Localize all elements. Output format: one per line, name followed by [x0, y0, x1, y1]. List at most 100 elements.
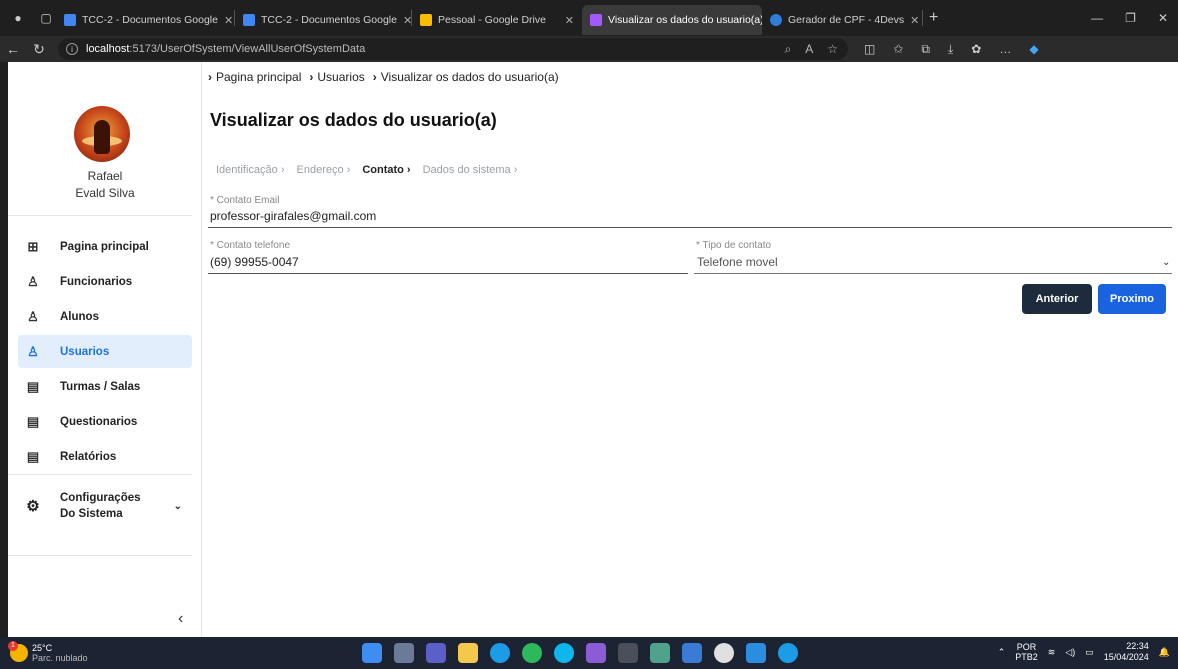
taskbar-apps: [362, 643, 798, 663]
tab-4devs[interactable]: Gerador de CPF - 4Devs ✕: [762, 5, 922, 35]
whatsapp-icon[interactable]: [522, 643, 542, 663]
more-icon[interactable]: …: [999, 42, 1011, 57]
file-explorer-icon[interactable]: [458, 643, 478, 663]
email-label: * Contato Email: [210, 195, 280, 206]
sidebar-item-alunos[interactable]: ♙ Alunos: [18, 300, 192, 333]
user-icon: ♙: [27, 273, 39, 289]
collapse-sidebar-icon[interactable]: ‹: [178, 610, 183, 628]
reload-icon[interactable]: ↻: [26, 41, 52, 58]
contact-type-underline: [694, 273, 1172, 274]
collections-icon[interactable]: ⧉: [921, 42, 930, 57]
google-docs-icon: [243, 14, 255, 26]
close-icon[interactable]: ✕: [910, 14, 919, 27]
language-indicator[interactable]: POR PTB2: [1015, 642, 1038, 662]
sidebar-item-relatorios[interactable]: ▤ Relatórios: [18, 440, 192, 473]
user-name: Rafael Evald Silva: [75, 169, 135, 200]
system-tray: ⌃ POR PTB2 ≋ ◁) ▭ 22:34 15/04/2024 🔔: [998, 641, 1170, 663]
downloads-icon[interactable]: ⤓: [948, 42, 953, 57]
favorites-icon[interactable]: ✩: [893, 42, 903, 57]
restore-icon[interactable]: ❐: [1125, 11, 1136, 25]
sidebar-item-funcionarios[interactable]: ♙ Funcionarios: [18, 265, 192, 298]
document-icon: ▤: [26, 413, 40, 429]
notification-icon[interactable]: 🔔: [1159, 647, 1170, 658]
clock[interactable]: 22:34 15/04/2024: [1104, 641, 1149, 663]
edge-dev-icon[interactable]: [778, 643, 798, 663]
tab-active[interactable]: Visualizar os dados do usuario(a) ✕: [582, 5, 762, 35]
email-field[interactable]: professor-girafales@gmail.com: [210, 209, 376, 223]
chevron-down-icon: ⌄: [173, 500, 182, 512]
copilot-icon[interactable]: ◆: [1029, 42, 1038, 57]
chevron-up-icon[interactable]: ⌃: [998, 647, 1006, 658]
new-tab-icon[interactable]: +: [929, 9, 938, 27]
step-endereco[interactable]: Endereço ›: [297, 164, 351, 176]
contact-type-select[interactable]: Telefone movel: [697, 255, 778, 269]
app-icon[interactable]: [714, 643, 734, 663]
phone-underline: [208, 273, 688, 274]
contact-type-label: * Tipo de contato: [696, 240, 772, 251]
sidebar-item-pagina-principal[interactable]: ⊞ Pagina principal: [18, 230, 192, 263]
sidebar-item-configuracoes[interactable]: ⚙ Configurações Do Sistema ⌄: [18, 490, 192, 522]
tab-drive[interactable]: Pessoal - Google Drive ✕: [412, 5, 582, 35]
app-icon[interactable]: [650, 643, 670, 663]
search-icon[interactable]: ⌕: [784, 42, 791, 57]
volume-icon[interactable]: ◁): [1065, 647, 1075, 658]
sidebar-item-questionarios[interactable]: ▤ Questionarios: [18, 405, 192, 438]
step-identificacao[interactable]: Identificação ›: [216, 164, 285, 176]
gear-icon: ⚙: [26, 498, 40, 515]
divider: [8, 474, 192, 475]
weather-widget[interactable]: 1 25°C Parc. nublado: [0, 641, 88, 663]
url-field[interactable]: i localhost:5173/UserOfSystem/ViewAllUse…: [58, 38, 848, 60]
minimize-icon[interactable]: —: [1091, 11, 1103, 25]
sidebar: Rafael Evald Silva ⊞ Pagina principal ♙ …: [8, 62, 202, 637]
docker-icon[interactable]: [554, 643, 574, 663]
wifi-icon[interactable]: ≋: [1048, 647, 1056, 658]
step-dados-sistema[interactable]: Dados do sistema ›: [423, 164, 518, 176]
sidebar-item-turmas-salas[interactable]: ▤ Turmas / Salas: [18, 370, 192, 403]
sidebar-menu: ⊞ Pagina principal ♙ Funcionarios ♙ Alun…: [18, 230, 192, 475]
sidebar-item-usuarios[interactable]: ♙ Usuarios: [18, 335, 192, 368]
breadcrumb-item-pagina-principal[interactable]: › Pagina principal: [208, 70, 301, 84]
close-icon[interactable]: ✕: [565, 14, 574, 27]
teams-icon[interactable]: [426, 643, 446, 663]
taskview-icon[interactable]: [394, 643, 414, 663]
grid-icon: ⊞: [27, 238, 39, 254]
google-drive-icon: [420, 14, 432, 26]
close-icon[interactable]: ✕: [224, 14, 233, 27]
page-title: Visualizar os dados do usuario(a): [210, 110, 497, 130]
info-icon[interactable]: i: [66, 43, 78, 55]
address-bar-row: ← ↻ i localhost:5173/UserOfSystem/ViewAl…: [0, 36, 1178, 62]
chevron-down-icon[interactable]: ⌄: [1162, 257, 1170, 268]
vite-icon: [590, 14, 602, 26]
browser-window: ● ▢ TCC-2 - Documentos Google ✕ TCC-2 - …: [0, 0, 1178, 669]
divider: [8, 555, 192, 556]
tab-strip: ● ▢ TCC-2 - Documentos Google ✕ TCC-2 - …: [0, 0, 1178, 36]
edge-icon[interactable]: [490, 643, 510, 663]
read-aloud-icon[interactable]: A: [805, 42, 813, 57]
visual-studio-icon[interactable]: [586, 643, 606, 663]
battery-icon[interactable]: ▭: [1085, 647, 1094, 658]
previous-button[interactable]: Anterior: [1022, 284, 1092, 314]
breadcrumb-item-usuarios[interactable]: › Usuarios: [309, 70, 364, 84]
windows-start-icon[interactable]: [362, 643, 382, 663]
favorite-star-icon[interactable]: ☆: [827, 42, 838, 57]
window-controls: — ❐ ✕: [1091, 11, 1178, 25]
close-window-icon[interactable]: ✕: [1158, 11, 1168, 25]
phone-field[interactable]: (69) 99955-0047: [210, 255, 299, 269]
extensions-icon[interactable]: ✿: [971, 42, 981, 57]
terminal-icon[interactable]: [618, 643, 638, 663]
document-icon: ▤: [26, 448, 40, 464]
split-screen-icon[interactable]: ◫: [864, 42, 875, 57]
tab-docs-2[interactable]: TCC-2 - Documentos Google ✕: [235, 5, 411, 35]
avatar: [74, 106, 130, 162]
app-icon[interactable]: [682, 643, 702, 663]
breadcrumb: › Pagina principal › Usuarios › Visualizar …: [208, 70, 559, 84]
close-icon[interactable]: ✕: [403, 14, 411, 27]
back-icon[interactable]: ←: [0, 41, 26, 57]
tab-actions-icon[interactable]: ▢: [36, 8, 56, 28]
tab-docs-1[interactable]: TCC-2 - Documentos Google ✕: [56, 5, 234, 35]
vscode-icon[interactable]: [746, 643, 766, 663]
step-contato[interactable]: Contato ›: [362, 164, 410, 176]
next-button[interactable]: Proximo: [1098, 284, 1166, 314]
user-icon: ♙: [27, 308, 39, 324]
profile-icon[interactable]: ●: [8, 8, 28, 28]
